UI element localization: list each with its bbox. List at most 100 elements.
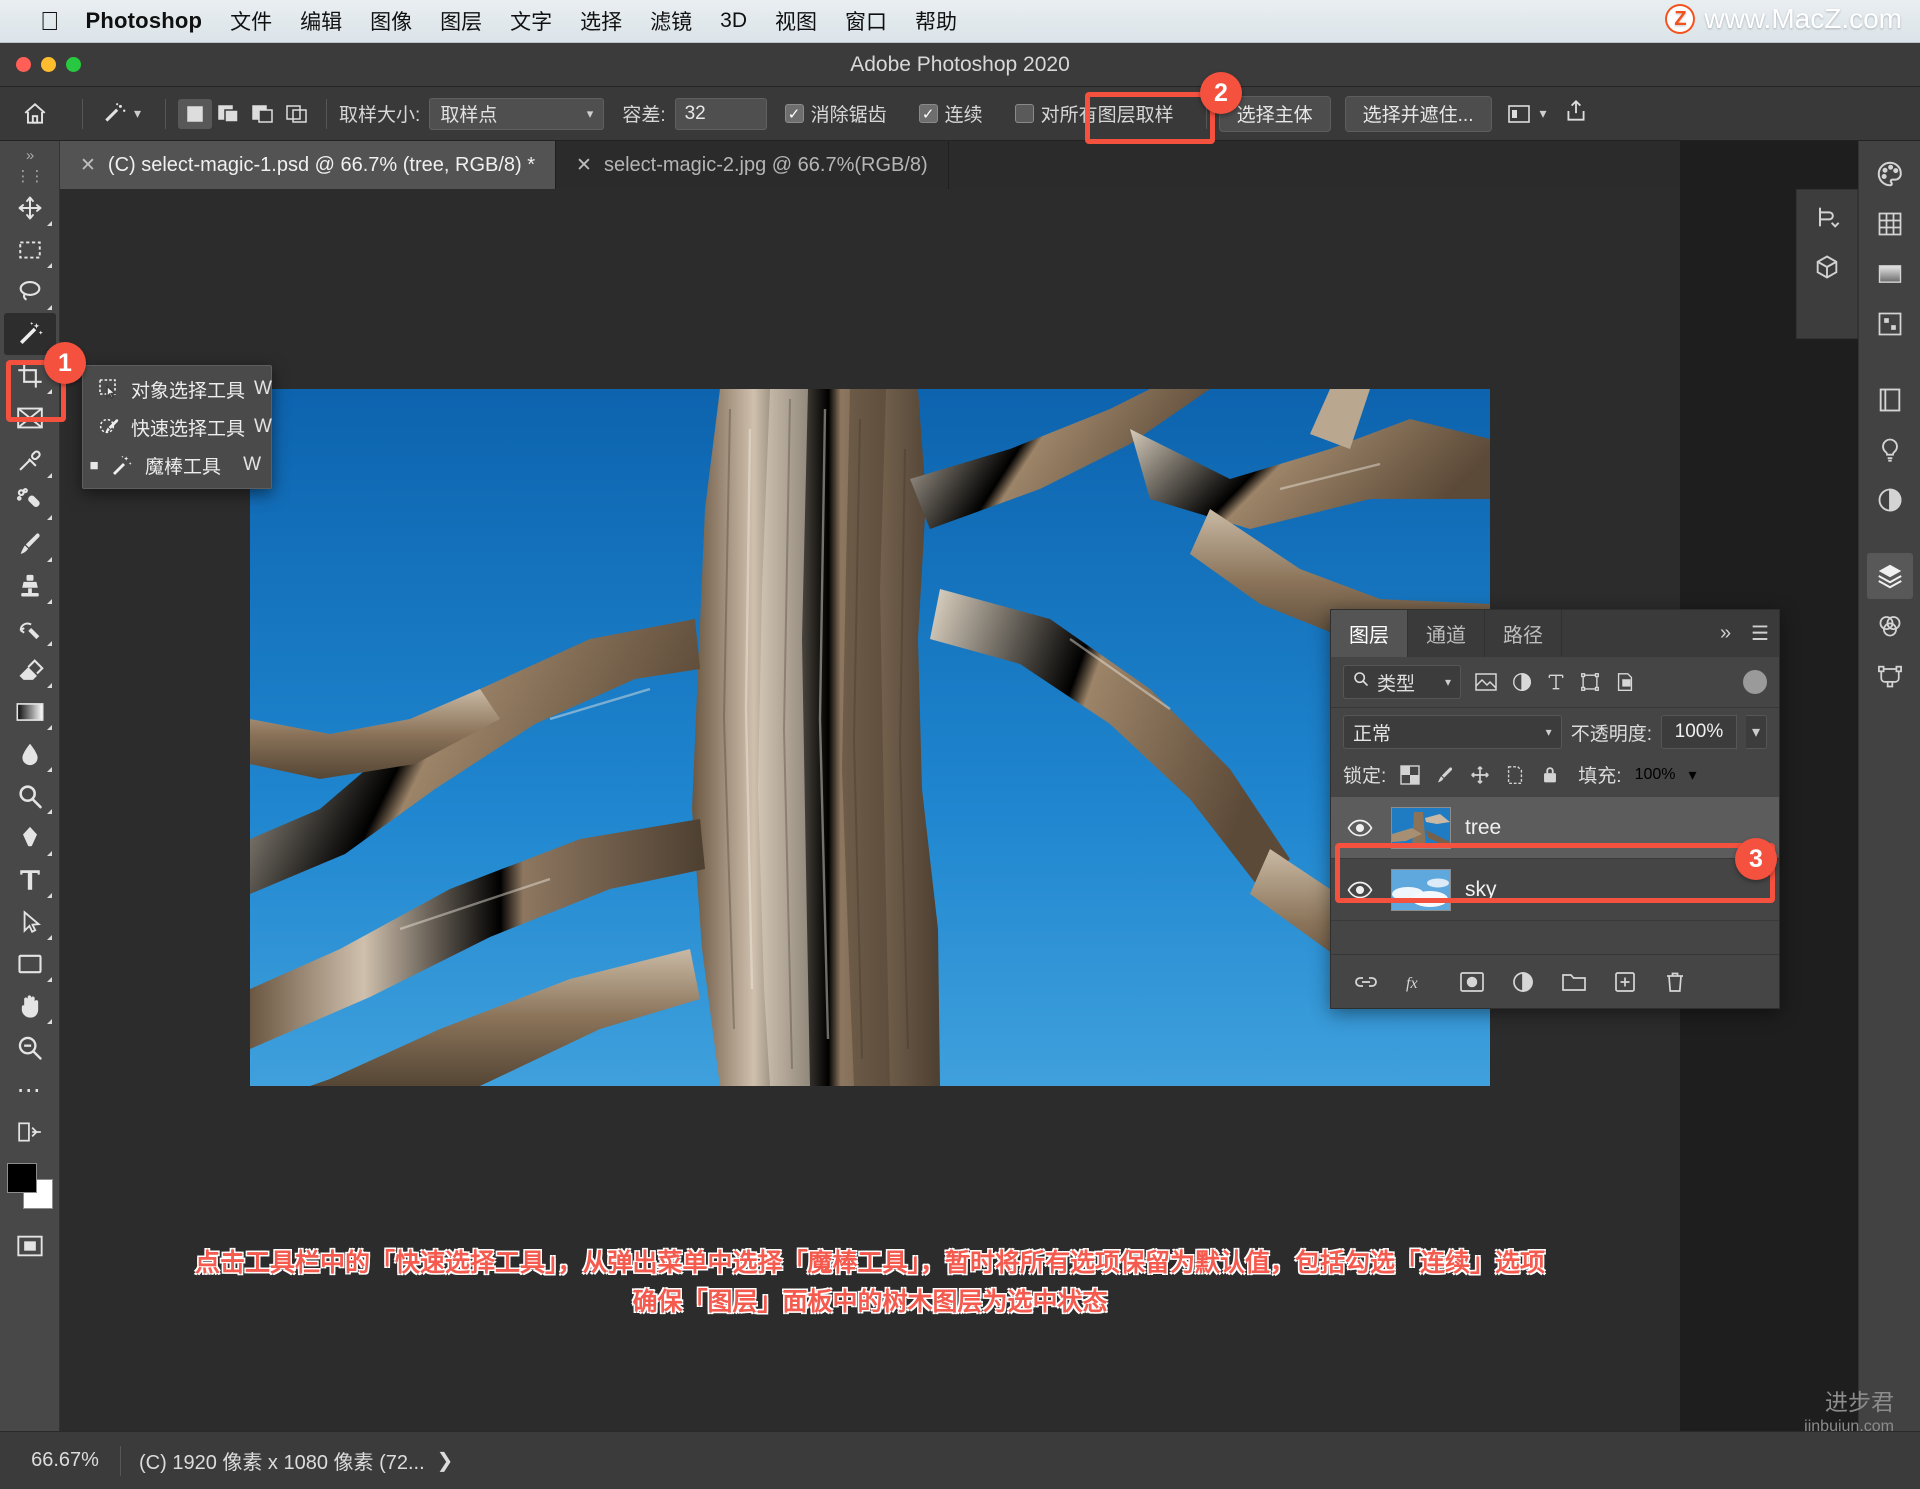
adjustment-layer-icon[interactable]	[1511, 970, 1535, 994]
lasso-tool[interactable]	[4, 271, 56, 313]
quick-mask-button[interactable]	[4, 1225, 56, 1267]
lock-image-pixels-icon[interactable]	[1434, 764, 1456, 786]
gradient-tool[interactable]	[4, 691, 56, 733]
maximize-window-button[interactable]	[66, 57, 81, 72]
link-layers-icon[interactable]	[1353, 972, 1379, 992]
flyout-item-quick-selection[interactable]: 快速选择工具 W	[83, 408, 272, 446]
fill-value[interactable]: 100%	[1635, 766, 1676, 784]
channels-icon[interactable]	[1867, 603, 1913, 649]
tree-layer-row[interactable]: tree	[1331, 797, 1779, 859]
apple-logo-icon[interactable]: 	[40, 8, 60, 34]
tab-layers[interactable]: 图层	[1331, 610, 1408, 657]
document-tab-2[interactable]: ✕ select-magic-2.jpg @ 66.7%(RGB/8)	[556, 141, 949, 189]
eye-icon[interactable]	[1343, 819, 1377, 837]
menu-item-file[interactable]: 文件	[230, 6, 272, 36]
move-tool[interactable]	[4, 187, 56, 229]
tab-channels[interactable]: 通道	[1408, 610, 1485, 657]
magic-wand-tool[interactable]	[3, 313, 56, 355]
tab-paths[interactable]: 路径	[1485, 610, 1562, 657]
blend-mode-select[interactable]: 正常 ▾	[1343, 715, 1562, 749]
chevron-right-icon[interactable]: ❯	[437, 1448, 454, 1473]
eyedropper-tool[interactable]	[4, 439, 56, 481]
menu-item-type[interactable]: 文字	[510, 6, 552, 36]
new-selection-mode-button[interactable]	[178, 98, 213, 129]
pixel-layer-filter-icon[interactable]	[1474, 672, 1498, 692]
intersect-selection-mode-button[interactable]	[280, 99, 314, 129]
document-image[interactable]	[250, 389, 1490, 1086]
contiguous-checkbox[interactable]: ✓ 连续	[918, 100, 983, 127]
menu-item-view[interactable]: 视图	[775, 6, 817, 36]
share-icon[interactable]	[1563, 98, 1589, 130]
new-layer-icon[interactable]	[1613, 970, 1637, 994]
history-panel-icon[interactable]	[1805, 196, 1849, 238]
type-layer-filter-icon[interactable]	[1546, 671, 1566, 693]
clone-stamp-tool[interactable]	[4, 565, 56, 607]
status-document-info[interactable]: (C) 1920 像素 x 1080 像素 (72... ❯	[121, 1446, 453, 1475]
tolerance-input[interactable]: 32	[674, 97, 767, 130]
menu-app-name[interactable]: Photoshop	[86, 8, 203, 34]
subtract-from-selection-mode-button[interactable]	[246, 99, 280, 129]
layer-mask-icon[interactable]	[1459, 971, 1485, 993]
new-group-icon[interactable]	[1561, 971, 1587, 993]
chevron-double-right-icon[interactable]: »	[1710, 610, 1741, 657]
edit-toolbar-button[interactable]	[4, 1111, 56, 1153]
document-tab-1[interactable]: ✕ (C) select-magic-1.psd @ 66.7% (tree, …	[60, 141, 557, 189]
swatches-grid-icon[interactable]	[1867, 201, 1913, 247]
toolbar-drag-dots[interactable]: ⋮⋮	[16, 167, 45, 187]
current-tool-preset[interactable]: ▾	[95, 98, 147, 130]
toolbar-grip-handle[interactable]: »	[26, 147, 34, 167]
flyout-item-object-selection[interactable]: 对象选择工具 W	[83, 370, 272, 408]
rectangle-tool[interactable]	[4, 943, 56, 985]
path-selection-tool[interactable]	[4, 901, 56, 943]
blur-tool[interactable]	[4, 733, 56, 775]
styles-circle-icon[interactable]	[1867, 477, 1913, 523]
history-brush-tool[interactable]	[4, 607, 56, 649]
libraries-icon[interactable]	[1867, 377, 1913, 423]
adjustment-layer-filter-icon[interactable]	[1511, 671, 1533, 693]
close-window-button[interactable]	[16, 57, 31, 72]
marquee-tool[interactable]	[4, 229, 56, 271]
lock-transparent-pixels-icon[interactable]	[1399, 764, 1421, 786]
gradients-icon[interactable]	[1867, 251, 1913, 297]
menu-item-select[interactable]: 选择	[580, 6, 622, 36]
patterns-icon[interactable]	[1867, 301, 1913, 347]
window-traffic-lights[interactable]	[16, 57, 81, 72]
eye-icon[interactable]	[1343, 881, 1377, 899]
delete-layer-icon[interactable]	[1663, 970, 1687, 994]
tool-flyout-menu[interactable]: 对象选择工具 W 快速选择工具 W ■ 魔棒工具 W	[82, 365, 272, 489]
3d-object-panel-icon[interactable]	[1805, 246, 1849, 288]
close-icon[interactable]: ✕	[576, 154, 592, 177]
color-palette-icon[interactable]	[1867, 151, 1913, 197]
shape-layer-filter-icon[interactable]	[1579, 671, 1601, 693]
dodge-tool[interactable]	[4, 775, 56, 817]
paths-icon[interactable]	[1867, 653, 1913, 699]
sample-all-layers-checkbox[interactable]: 对所有图层取样	[1014, 100, 1174, 127]
healing-brush-tool[interactable]	[4, 481, 56, 523]
menu-item-layer[interactable]: 图层	[440, 6, 482, 36]
eraser-tool[interactable]	[4, 649, 56, 691]
menu-item-image[interactable]: 图像	[370, 6, 412, 36]
sky-layer-row[interactable]: sky	[1331, 859, 1779, 921]
adjustments-bulb-icon[interactable]	[1867, 427, 1913, 473]
workspace-switcher[interactable]: ▾	[1506, 103, 1547, 125]
lock-all-icon[interactable]	[1539, 764, 1561, 786]
lock-position-icon[interactable]	[1469, 764, 1491, 786]
smart-object-filter-icon[interactable]	[1614, 671, 1636, 693]
menu-item-help[interactable]: 帮助	[915, 6, 957, 36]
layers-list[interactable]: tree sky	[1331, 797, 1779, 954]
menu-item-filter[interactable]: 滤镜	[650, 6, 692, 36]
type-tool[interactable]	[4, 859, 56, 901]
minimize-window-button[interactable]	[41, 57, 56, 72]
layer-filter-kind-select[interactable]: 类型 ▾	[1343, 665, 1461, 699]
sky-layer-name[interactable]: sky	[1465, 878, 1497, 902]
antialias-checkbox[interactable]: ✓ 消除锯齿	[784, 100, 887, 127]
lock-artboard-nesting-icon[interactable]	[1504, 764, 1526, 786]
zoom-tool[interactable]	[4, 1027, 56, 1069]
panel-menu-icon[interactable]: ☰	[1741, 610, 1779, 657]
more-tools-button[interactable]: ⋯	[4, 1069, 56, 1111]
layer-style-fx-icon[interactable]: fx	[1405, 971, 1433, 993]
foreground-background-colors[interactable]	[6, 1163, 53, 1209]
filter-toggle-switch[interactable]	[1743, 670, 1767, 694]
menu-item-window[interactable]: 窗口	[845, 6, 887, 36]
brush-tool[interactable]	[4, 523, 56, 565]
